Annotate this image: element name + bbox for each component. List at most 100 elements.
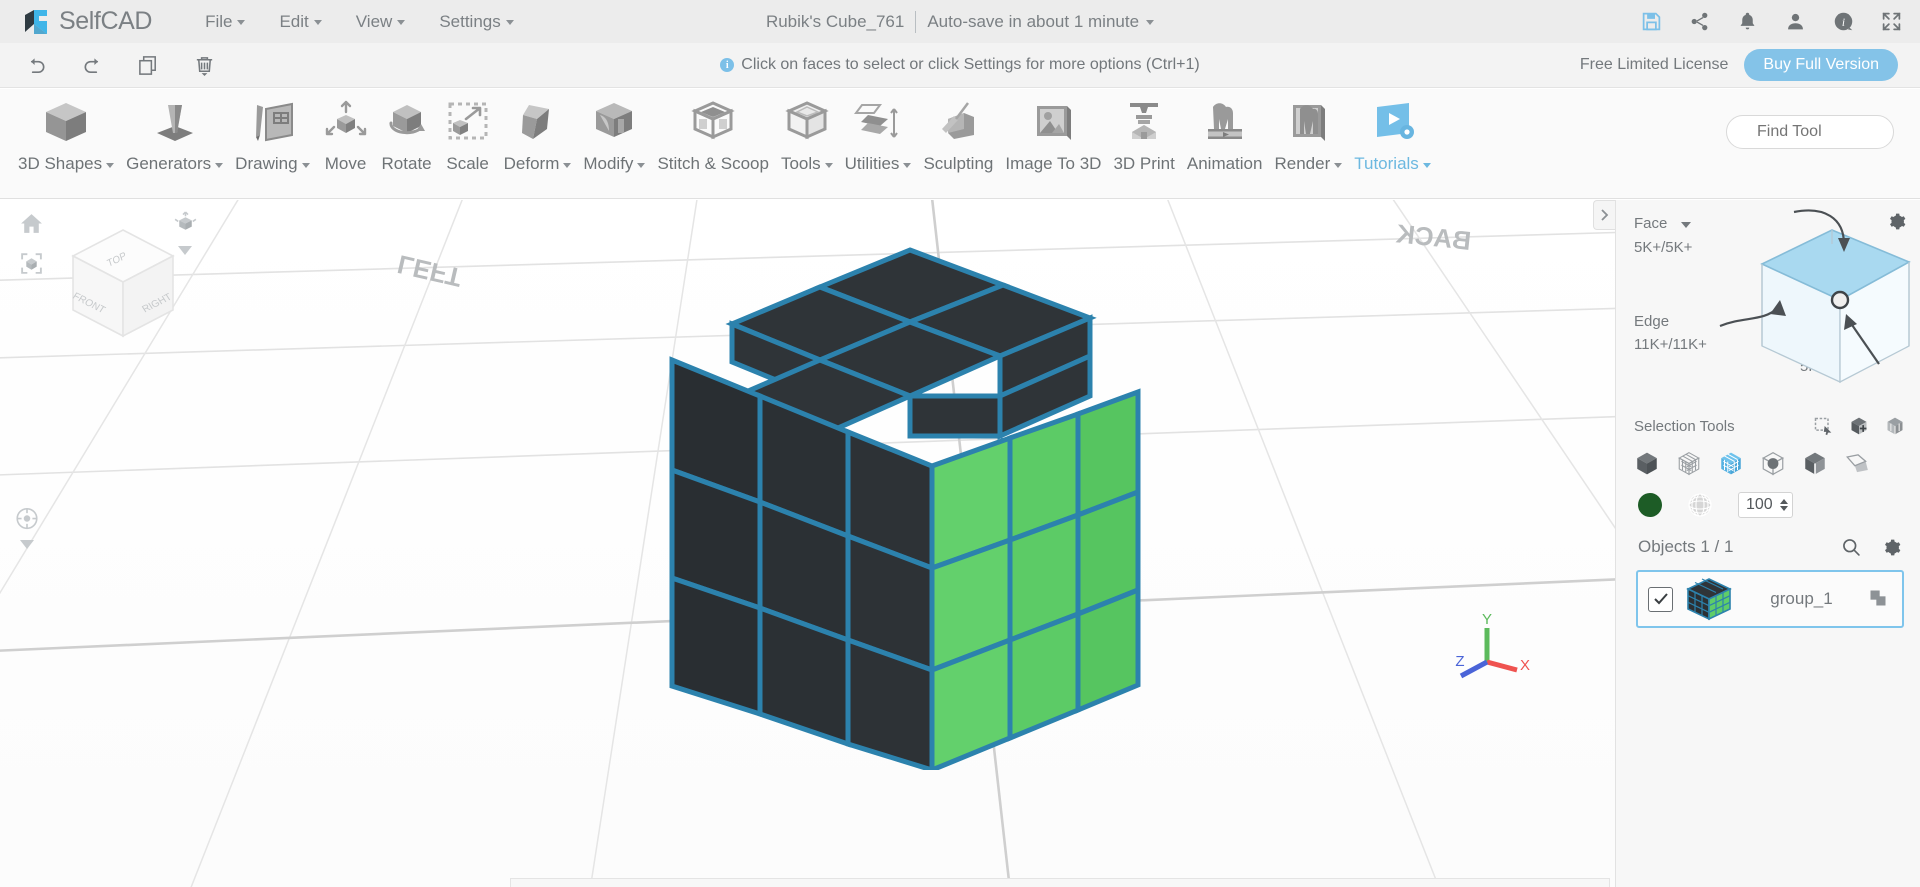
chevron-down-icon: [563, 162, 572, 168]
share-icon[interactable]: [1688, 11, 1710, 33]
select-sphere-icon[interactable]: [1760, 450, 1786, 476]
tool-sculpting[interactable]: Sculpting: [917, 89, 999, 174]
chevron-down-icon: [637, 162, 646, 168]
object-visibility-checkbox[interactable]: [1648, 586, 1673, 612]
chevron-down-icon: [824, 162, 833, 168]
find-tool-input[interactable]: [1727, 123, 1920, 141]
through-selection-icon[interactable]: [1884, 415, 1906, 437]
menu-edit[interactable]: Edit: [262, 8, 338, 36]
tool-utilities[interactable]: Utilities: [839, 89, 918, 174]
tool-scale[interactable]: Scale: [438, 89, 498, 174]
chevron-down-icon: [903, 162, 912, 168]
tool-render[interactable]: Render: [1268, 89, 1348, 174]
label-text: Scale: [446, 154, 489, 173]
modify-icon: [590, 96, 638, 148]
chevron-down-icon[interactable]: [178, 242, 192, 260]
chevron-down-icon: [237, 20, 246, 25]
material-color-swatch[interactable]: [1638, 493, 1662, 517]
bell-icon[interactable]: [1736, 11, 1758, 33]
tool-move[interactable]: Move: [316, 89, 376, 174]
tool-tools-label: Tools: [781, 154, 833, 174]
select-all-faces-icon[interactable]: [1676, 450, 1702, 476]
add-selection-icon[interactable]: [1848, 415, 1870, 437]
tool-3d-print[interactable]: 3D Print: [1107, 89, 1180, 174]
tool-3d-shapes[interactable]: 3D Shapes: [12, 89, 120, 174]
menu-settings[interactable]: Settings: [422, 8, 530, 36]
gear-icon[interactable]: [1880, 536, 1902, 558]
user-icon[interactable]: [1784, 11, 1806, 33]
stepper-down-icon[interactable]: [1780, 506, 1788, 511]
opacity-value: 100: [1746, 496, 1773, 513]
image-to-3d-icon: [1029, 96, 1077, 148]
save-icon[interactable]: [1640, 11, 1662, 33]
select-loop-icon[interactable]: [1844, 450, 1870, 476]
chevron-down-icon: [1334, 162, 1343, 168]
orbit-icon[interactable]: [14, 505, 40, 531]
viewport-3d[interactable]: LEFT BACK TOP FRONT RIGHT Y X Z: [0, 200, 1615, 887]
tool-modify[interactable]: Modify: [577, 89, 651, 174]
tool-animation[interactable]: Animation: [1181, 89, 1269, 174]
bottom-panel: [510, 878, 1610, 887]
info-icon: i: [720, 58, 735, 72]
selection-mode-face[interactable]: Face 5K+/5K+: [1634, 212, 1692, 259]
viewport-left-controls: [18, 210, 44, 276]
menu-file[interactable]: File: [188, 8, 262, 36]
menu-view[interactable]: View: [339, 8, 423, 36]
navigation-cube[interactable]: TOP FRONT RIGHT: [58, 218, 188, 348]
panel-collapse-toggle[interactable]: [1593, 200, 1615, 230]
label-text: Animation: [1186, 154, 1263, 173]
tool-drawing[interactable]: Drawing: [229, 89, 315, 174]
generator-icon: [151, 96, 199, 148]
tool-modify-label: Modify: [583, 154, 646, 174]
rectangle-select-icon[interactable]: [1812, 415, 1834, 437]
chevron-down-icon: [1422, 162, 1431, 168]
document-title[interactable]: Rubik's Cube_761: [766, 12, 904, 32]
texture-icon[interactable]: [1688, 493, 1712, 517]
perspective-icon[interactable]: [172, 210, 198, 236]
app-logo[interactable]: SelfCAD: [22, 7, 152, 37]
select-object-icon[interactable]: [1634, 450, 1660, 476]
chevron-down-icon: [313, 20, 322, 25]
model-rubiks-cube[interactable]: [660, 240, 1160, 770]
tool-tutorials-label: Tutorials: [1354, 154, 1431, 174]
app-name: SelfCAD: [59, 7, 153, 35]
tool-tutorials[interactable]: Tutorials: [1348, 89, 1437, 174]
autosave-status[interactable]: Auto-save in about 1 minute: [927, 12, 1155, 32]
duplicate-icon[interactable]: [1868, 588, 1890, 610]
tool-stitch-and-scoop[interactable]: Stitch & Scoop: [651, 89, 775, 174]
viewport-orbit-controls: [14, 505, 40, 554]
selection-mode-edge[interactable]: Edge 11K+/11K+: [1634, 310, 1707, 357]
tool-image-to-3d[interactable]: Image To 3D: [999, 89, 1107, 174]
fit-to-view-icon[interactable]: [18, 250, 44, 276]
stepper-up-icon[interactable]: [1780, 499, 1788, 504]
drawing-icon: [248, 96, 296, 148]
tool-tools[interactable]: Tools: [775, 89, 839, 174]
home-icon[interactable]: [18, 210, 44, 236]
chevron-down-icon[interactable]: [20, 536, 34, 554]
info-icon[interactable]: i: [1832, 11, 1854, 33]
tool-utilities-label: Utilities: [845, 154, 912, 174]
find-tool-container[interactable]: [1726, 115, 1920, 149]
tool-3d-shapes-label: 3D Shapes: [18, 154, 115, 174]
select-region-icon[interactable]: [1718, 450, 1744, 476]
label-text: Generators: [126, 154, 212, 173]
opacity-stepper[interactable]: 100: [1738, 492, 1793, 518]
select-half-icon[interactable]: [1802, 450, 1828, 476]
buy-full-version-button[interactable]: Buy Full Version: [1744, 49, 1898, 81]
tool-deform[interactable]: Deform: [498, 89, 578, 174]
objects-list: group_1: [1616, 558, 1920, 628]
stepper-arrows[interactable]: [1780, 499, 1788, 511]
tool-rotate[interactable]: Rotate: [376, 89, 438, 174]
selection-tools-title: Selection Tools: [1634, 417, 1735, 435]
label-text: Deform: [503, 154, 560, 173]
title-divider: [915, 10, 917, 33]
tool-animation-label: Animation: [1187, 154, 1263, 174]
search-icon[interactable]: [1840, 536, 1862, 558]
list-item[interactable]: group_1: [1636, 570, 1904, 628]
tool-generators[interactable]: Generators: [120, 89, 229, 174]
label-text: Image To 3D: [1005, 154, 1102, 173]
tool-image-to-3d-label: Image To 3D: [1005, 154, 1101, 174]
axis-label-y: Y: [1482, 612, 1492, 628]
selection-tools-header: Selection Tools: [1616, 410, 1920, 442]
fullscreen-icon[interactable]: [1880, 11, 1902, 33]
